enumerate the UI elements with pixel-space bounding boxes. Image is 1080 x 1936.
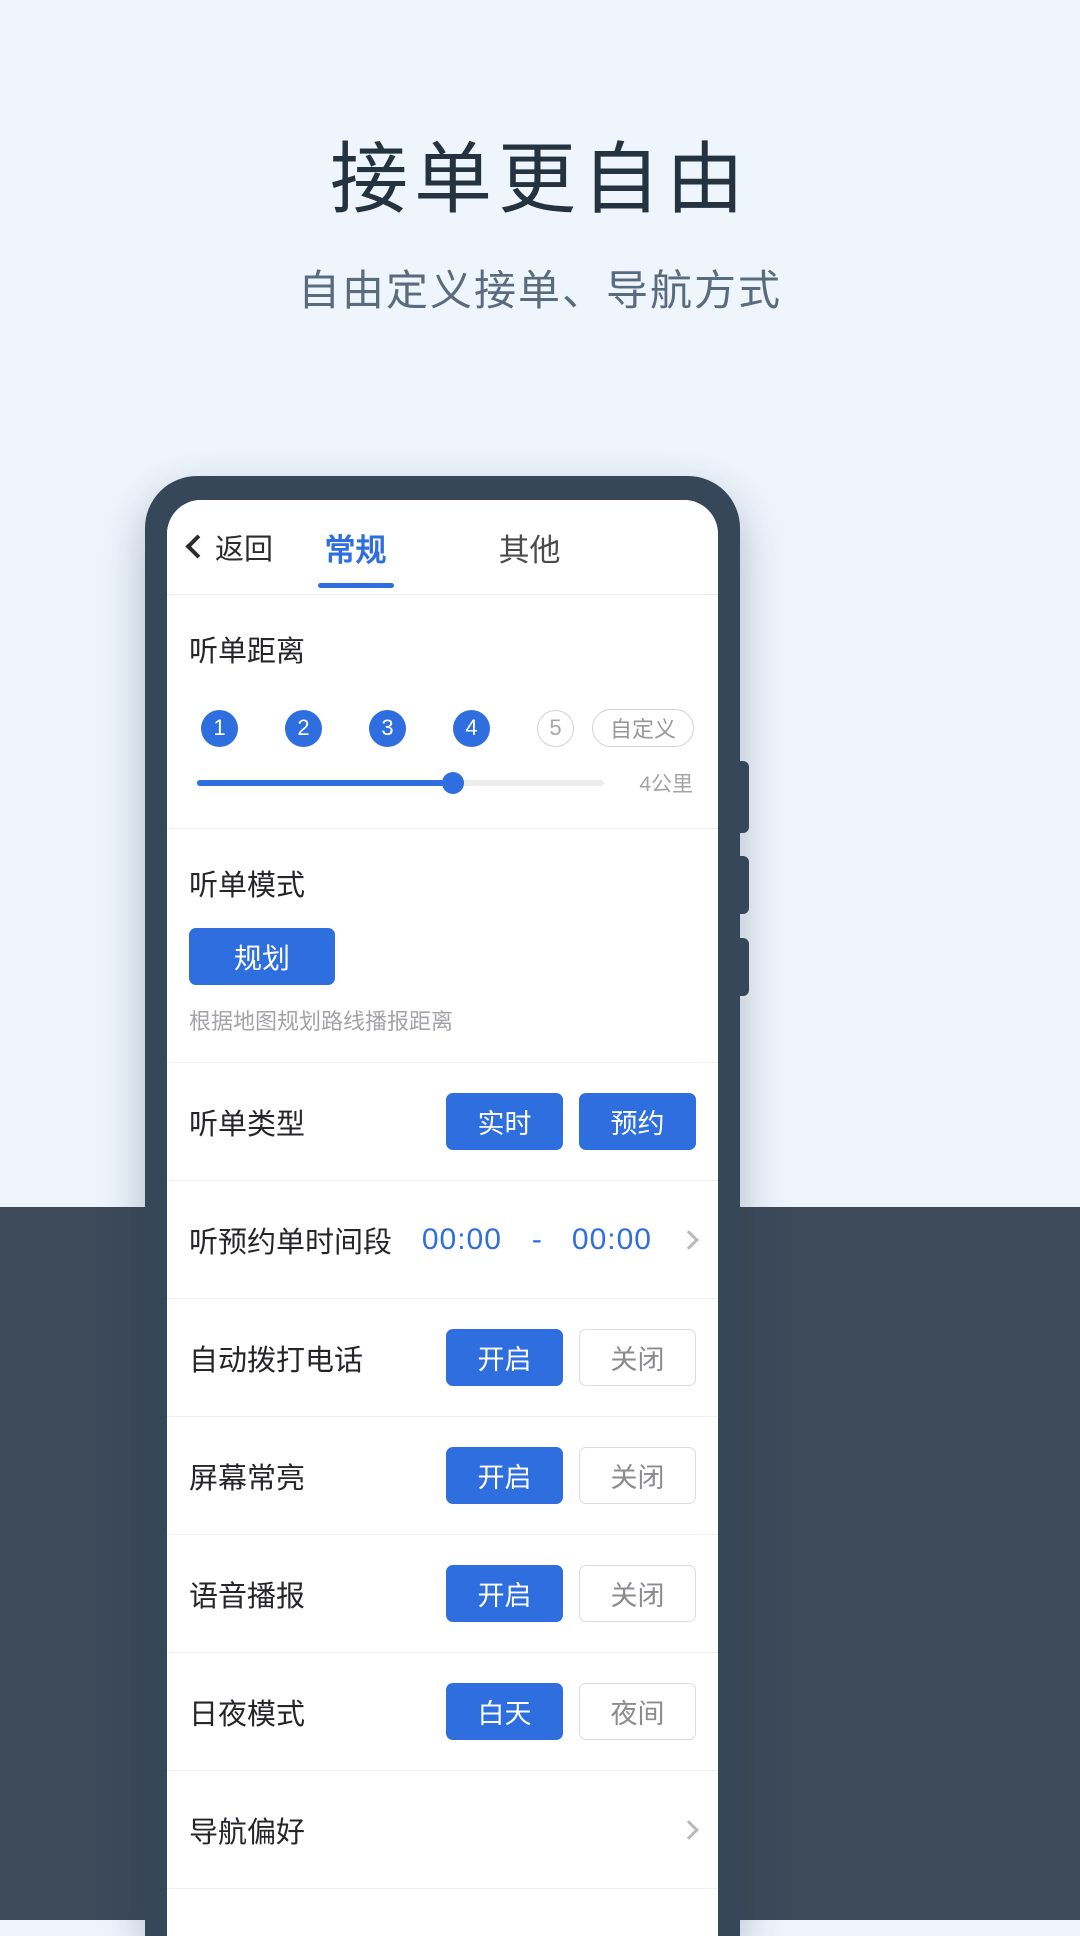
reservation-time-end: 00:00 — [571, 1222, 652, 1256]
phone-screen: 返回 常规 其他 听单距离 1 2 3 4 5 自定义 4公里 听单模式 规划 … — [167, 500, 718, 1936]
keep-screen-on-label-off: 关闭 — [610, 1463, 665, 1493]
phone-volume-down-button — [738, 856, 749, 914]
chevron-right-icon — [679, 1819, 699, 1840]
listen-type-realtime-label: 实时 — [477, 1109, 532, 1139]
auto-call-on-label: 开启 — [477, 1345, 532, 1375]
distance-step-1-label: 1 — [213, 715, 226, 740]
distance-step-5[interactable]: 5 — [537, 709, 574, 747]
listen-mode-plan-button[interactable]: 规划 — [189, 928, 335, 985]
voice-broadcast-on-label: 开启 — [477, 1581, 532, 1611]
distance-slider-track[interactable] — [197, 772, 604, 794]
row-keep-screen-on-controls: 开启 关闭 — [446, 1447, 696, 1504]
row-reservation-time-label: 听预约单时间段 — [189, 1226, 393, 1259]
row-auto-call-controls: 开启 关闭 — [446, 1329, 696, 1386]
auto-call-off-button[interactable]: 关闭 — [579, 1329, 696, 1386]
distance-custom-button[interactable]: 自定义 — [591, 709, 694, 747]
row-day-night-mode-label: 日夜模式 — [189, 1698, 306, 1731]
listen-mode-title: 听单模式 — [189, 870, 306, 902]
listen-distance-title: 听单距离 — [189, 636, 306, 668]
row-reservation-time[interactable]: 听预约单时间段 00:00 - 00:00 — [167, 1181, 718, 1299]
distance-custom-label: 自定义 — [609, 717, 676, 742]
distance-slider-value: 4公里 — [639, 773, 693, 796]
listen-type-reservation-button[interactable]: 预约 — [579, 1093, 696, 1150]
chevron-left-icon — [185, 534, 210, 559]
back-button-label: 返回 — [215, 534, 274, 566]
row-listen-type-label: 听单类型 — [189, 1108, 306, 1141]
distance-step-3[interactable]: 3 — [369, 709, 406, 747]
phone-mockup: 返回 常规 其他 听单距离 1 2 3 4 5 自定义 4公里 听单模式 规划 … — [145, 476, 749, 1936]
keep-screen-on-button[interactable]: 开启 — [446, 1447, 563, 1504]
tab-general[interactable]: 常规 — [325, 500, 387, 595]
row-auto-call-label: 自动拨打电话 — [189, 1344, 364, 1377]
distance-step-2-label: 2 — [297, 715, 310, 740]
row-navigation-preference-label: 导航偏好 — [189, 1816, 306, 1849]
row-voice-broadcast: 语音播报 开启 关闭 — [167, 1535, 718, 1653]
voice-broadcast-off-button[interactable]: 关闭 — [579, 1565, 696, 1622]
distance-step-1[interactable]: 1 — [201, 709, 238, 747]
hero-section: 接单更自由 自由定义接单、导航方式 — [0, 0, 1080, 312]
distance-slider-fill — [197, 780, 454, 786]
distance-step-4[interactable]: 4 — [453, 709, 490, 747]
auto-call-on-button[interactable]: 开启 — [446, 1329, 563, 1386]
keep-screen-on-label-on: 开启 — [477, 1463, 532, 1493]
day-mode-button[interactable]: 白天 — [446, 1683, 563, 1740]
distance-step-4-label: 4 — [465, 715, 478, 740]
row-listen-type-controls: 实时 预约 — [446, 1093, 696, 1150]
phone-power-button — [738, 938, 749, 996]
night-mode-label: 夜间 — [610, 1699, 665, 1729]
listen-mode-plan-label: 规划 — [233, 942, 290, 974]
distance-step-5-label: 5 — [549, 715, 562, 740]
chevron-right-icon — [679, 1229, 699, 1250]
night-mode-button[interactable]: 夜间 — [579, 1683, 696, 1740]
listen-type-reservation-label: 预约 — [610, 1109, 665, 1139]
row-voice-broadcast-label: 语音播报 — [189, 1580, 306, 1613]
reservation-time-start: 00:00 — [421, 1222, 502, 1256]
listen-distance-section: 听单距离 1 2 3 4 5 自定义 4公里 — [167, 595, 718, 829]
tab-other[interactable]: 其他 — [499, 500, 561, 595]
row-keep-screen-on: 屏幕常亮 开启 关闭 — [167, 1417, 718, 1535]
voice-broadcast-off-label: 关闭 — [610, 1581, 665, 1611]
distance-step-3-label: 3 — [381, 715, 394, 740]
keep-screen-off-button[interactable]: 关闭 — [579, 1447, 696, 1504]
distance-step-2[interactable]: 2 — [285, 709, 322, 747]
listen-mode-hint: 根据地图规划路线播报距离 — [189, 1009, 454, 1034]
top-navigation-bar: 返回 常规 其他 — [167, 500, 718, 595]
row-voice-broadcast-controls: 开启 关闭 — [446, 1565, 696, 1622]
row-navigation-preference-value — [668, 1819, 699, 1840]
day-mode-label: 白天 — [477, 1699, 532, 1729]
row-navigation-preference[interactable]: 导航偏好 — [167, 1771, 718, 1889]
row-day-night-mode-controls: 白天 夜间 — [446, 1683, 696, 1740]
row-day-night-mode: 日夜模式 白天 夜间 — [167, 1653, 718, 1771]
tab-general-label: 常规 — [324, 533, 387, 568]
tab-other-label: 其他 — [498, 533, 561, 568]
distance-slider-row: 4公里 — [189, 760, 696, 806]
back-button[interactable]: 返回 — [167, 526, 273, 568]
distance-slider-thumb[interactable] — [442, 772, 465, 794]
listen-type-realtime-button[interactable]: 实时 — [446, 1093, 563, 1150]
row-auto-call: 自动拨打电话 开启 关闭 — [167, 1299, 718, 1417]
page-title: 接单更自由 — [329, 135, 750, 223]
row-reservation-time-value: 00:00 - 00:00 — [421, 1222, 699, 1257]
page-subtitle: 自由定义接单、导航方式 — [297, 267, 782, 314]
listen-mode-section: 听单模式 规划 根据地图规划路线播报距离 — [167, 829, 718, 1063]
row-listen-type: 听单类型 实时 预约 — [167, 1063, 718, 1181]
distance-step-dots: 1 2 3 4 5 自定义 — [189, 696, 696, 760]
reservation-time-separator: - — [531, 1222, 542, 1256]
voice-broadcast-on-button[interactable]: 开启 — [446, 1565, 563, 1622]
auto-call-off-label: 关闭 — [610, 1345, 665, 1375]
row-keep-screen-on-label: 屏幕常亮 — [189, 1462, 306, 1495]
phone-volume-up-button — [738, 761, 749, 833]
